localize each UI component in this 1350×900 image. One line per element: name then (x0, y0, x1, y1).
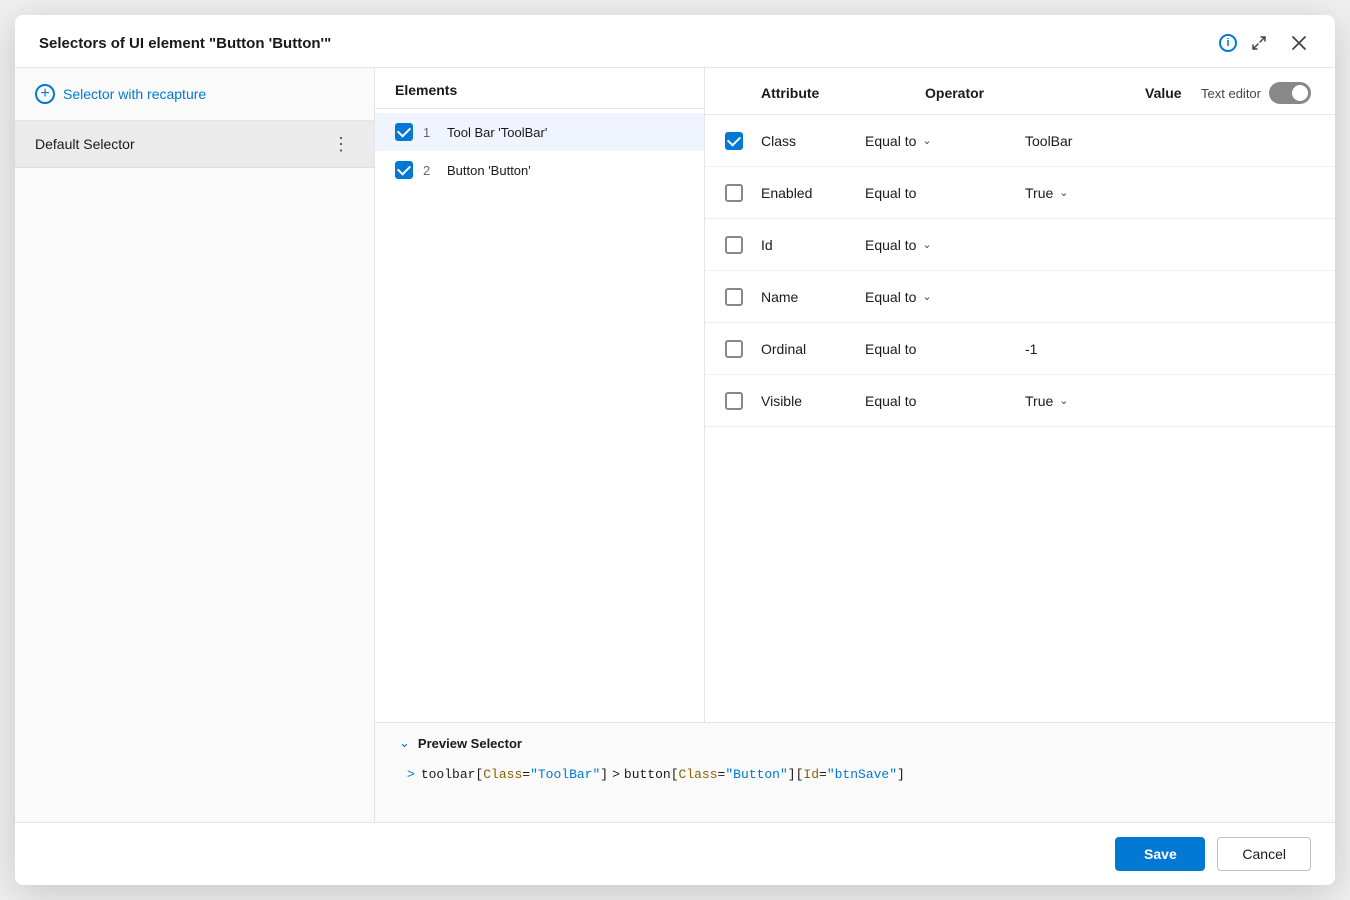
text-editor-toggle: Text editor (1201, 82, 1311, 104)
operator-chevron-id[interactable]: ⌄ (922, 238, 931, 251)
attr-checkbox-area-enabled (725, 184, 761, 202)
attr-operator-visible: Equal to (865, 393, 1025, 409)
plus-circle-icon: + (35, 84, 55, 104)
selector-item[interactable]: Default Selector ⋮ (15, 121, 374, 168)
operator-chevron-class[interactable]: ⌄ (922, 134, 931, 147)
cancel-button[interactable]: Cancel (1217, 837, 1311, 871)
element-checkbox-2[interactable] (395, 161, 413, 179)
attr-operator-enabled: Equal to (865, 185, 1025, 201)
attr-name-ordinal: Ordinal (761, 341, 865, 357)
info-icon[interactable]: i (1219, 34, 1237, 52)
dialog-body: + Selector with recapture Default Select… (15, 68, 1335, 822)
col-attribute-label: Attribute (725, 85, 865, 101)
dialog-header: Selectors of UI element "Button 'Button'… (15, 15, 1335, 68)
preview-code: > toolbar [ Class = "ToolBar" ] > button… (399, 761, 1311, 782)
text-editor-switch[interactable] (1269, 82, 1311, 104)
attr-row-class: Class Equal to ⌄ ToolBar (705, 115, 1335, 167)
attr-checkbox-area-name (725, 288, 761, 306)
attr-value-ordinal: -1 (1025, 341, 1315, 357)
code-seg2-val2: "btnSave" (827, 767, 897, 782)
attr-row-ordinal: Ordinal Equal to -1 (705, 323, 1335, 375)
dialog-footer: Save Cancel (15, 822, 1335, 885)
code-seg1-val: "ToolBar" (530, 767, 600, 782)
elements-header: Elements (375, 68, 704, 109)
attr-operator-ordinal: Equal to (865, 341, 1025, 357)
element-item[interactable]: 2 Button 'Button' (375, 151, 704, 189)
code-sep1: > (612, 767, 620, 782)
col-operator-label: Operator (925, 85, 1085, 101)
element-num-2: 2 (423, 163, 437, 178)
value-chevron-visible[interactable]: ⌄ (1059, 394, 1068, 407)
code-seg1-tag: toolbar (421, 767, 476, 782)
operator-chevron-name[interactable]: ⌄ (922, 290, 931, 303)
attr-checkbox-name[interactable] (725, 288, 743, 306)
attr-checkbox-area-class (725, 132, 761, 150)
preview-section: ⌄ Preview Selector > toolbar [ Class = "… (375, 722, 1335, 822)
attr-checkbox-class[interactable] (725, 132, 743, 150)
attr-checkbox-area-id (725, 236, 761, 254)
elements-column: Elements 1 Tool Bar 'ToolBar' 2 (375, 68, 705, 722)
preview-title: Preview Selector (418, 736, 522, 751)
col-value-label: Value (1145, 85, 1182, 101)
right-panel: Elements 1 Tool Bar 'ToolBar' 2 (375, 68, 1335, 822)
attr-value-enabled: True ⌄ (1025, 185, 1315, 201)
code-seg2-attr1: Class (679, 767, 718, 782)
attributes-top-row: Attribute Operator Value Text editor (705, 68, 1335, 115)
code-arrow-icon: > (407, 767, 415, 782)
preview-header[interactable]: ⌄ Preview Selector (399, 735, 1311, 751)
selector-kebab-button[interactable]: ⋮ (328, 135, 354, 153)
attr-checkbox-enabled[interactable] (725, 184, 743, 202)
attr-value-visible: True ⌄ (1025, 393, 1315, 409)
preview-chevron-icon: ⌄ (399, 735, 410, 751)
attr-operator-id: Equal to ⌄ (865, 237, 1025, 253)
attr-name-name: Name (761, 289, 865, 305)
element-label-2: Button 'Button' (447, 163, 531, 178)
text-editor-label: Text editor (1201, 86, 1261, 101)
attr-row-name: Name Equal to ⌄ (705, 271, 1335, 323)
attr-operator-name: Equal to ⌄ (865, 289, 1025, 305)
code-seg1-attr: Class (483, 767, 522, 782)
content-area: Elements 1 Tool Bar 'ToolBar' 2 (375, 68, 1335, 722)
elements-list: 1 Tool Bar 'ToolBar' 2 Button 'Button' (375, 109, 704, 193)
code-seg2-attr2: Id (803, 767, 819, 782)
left-panel: + Selector with recapture Default Select… (15, 68, 375, 822)
attributes-column: Attribute Operator Value Text editor (705, 68, 1335, 722)
add-selector-label: Selector with recapture (63, 86, 206, 102)
attr-row-enabled: Enabled Equal to True ⌄ (705, 167, 1335, 219)
code-seg2-val1: "Button" (725, 767, 787, 782)
attr-row-visible: Visible Equal to True ⌄ (705, 375, 1335, 427)
expand-button[interactable] (1247, 33, 1271, 53)
selector-list: Default Selector ⋮ (15, 121, 374, 822)
code-seg2-tag: button (624, 767, 671, 782)
add-selector-button[interactable]: + Selector with recapture (15, 68, 374, 121)
attr-name-id: Id (761, 237, 865, 253)
element-checkbox-1[interactable] (395, 123, 413, 141)
value-chevron-enabled[interactable]: ⌄ (1059, 186, 1068, 199)
attr-name-visible: Visible (761, 393, 865, 409)
attr-operator-class: Equal to ⌄ (865, 133, 1025, 149)
close-button[interactable] (1287, 33, 1311, 53)
attr-row-id: Id Equal to ⌄ (705, 219, 1335, 271)
element-num-1: 1 (423, 125, 437, 140)
attr-checkbox-visible[interactable] (725, 392, 743, 410)
element-label-1: Tool Bar 'ToolBar' (447, 125, 547, 140)
attr-col-headers: Attribute Operator Value (725, 85, 1201, 101)
attr-checkbox-id[interactable] (725, 236, 743, 254)
selector-item-label: Default Selector (35, 136, 135, 152)
header-actions (1247, 33, 1311, 53)
attribute-rows: Class Equal to ⌄ ToolBar (705, 115, 1335, 722)
dialog-title: Selectors of UI element "Button 'Button'… (39, 35, 1209, 52)
elements-title: Elements (395, 82, 457, 98)
attr-value-class: ToolBar (1025, 133, 1315, 149)
save-button[interactable]: Save (1115, 837, 1205, 871)
attr-name-class: Class (761, 133, 865, 149)
attr-checkbox-area-ordinal (725, 340, 761, 358)
attr-checkbox-area-visible (725, 392, 761, 410)
toggle-slider (1269, 82, 1311, 104)
attr-name-enabled: Enabled (761, 185, 865, 201)
dialog: Selectors of UI element "Button 'Button'… (15, 15, 1335, 885)
element-item[interactable]: 1 Tool Bar 'ToolBar' (375, 113, 704, 151)
attr-checkbox-ordinal[interactable] (725, 340, 743, 358)
